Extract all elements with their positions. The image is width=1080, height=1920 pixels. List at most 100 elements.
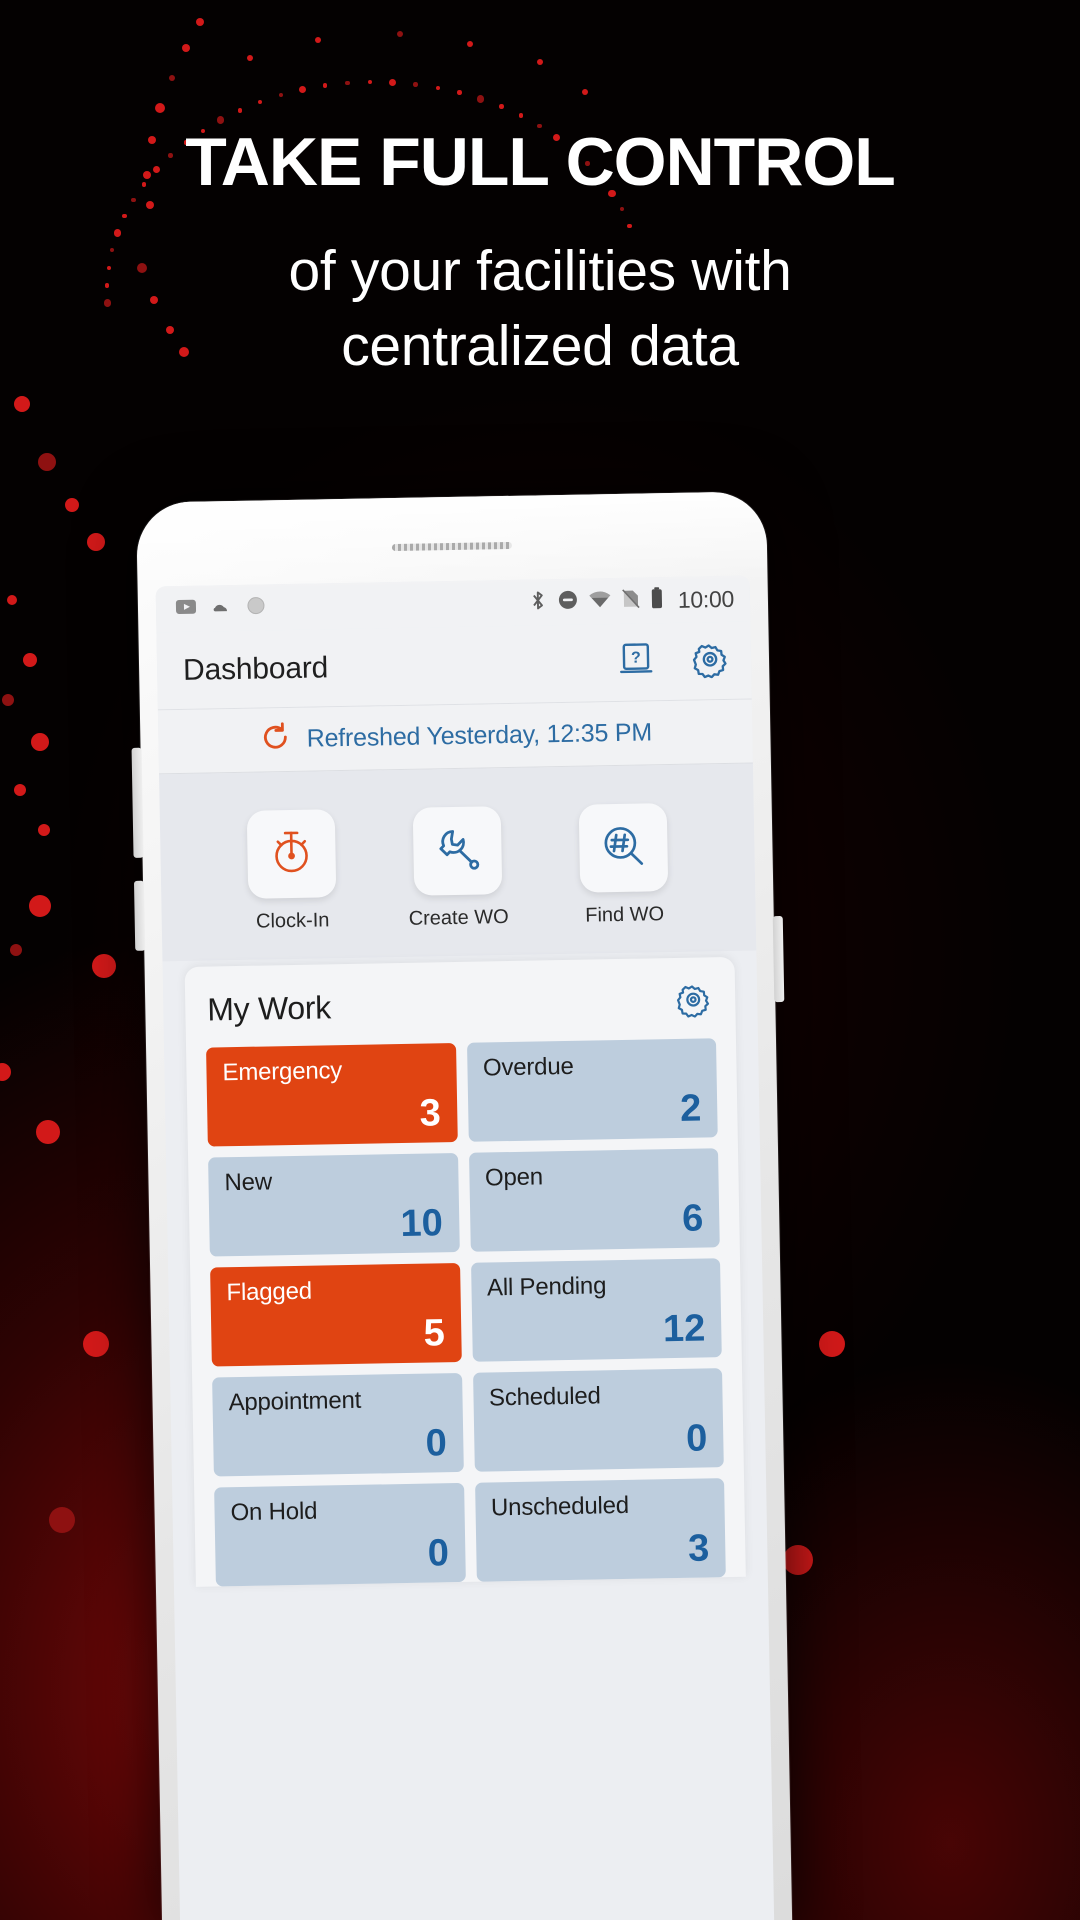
help-icon[interactable]: ? (617, 640, 656, 684)
app-bar: Dashboard ? (156, 621, 752, 711)
decorative-dot (467, 41, 473, 47)
phone-power-button[interactable] (772, 915, 785, 1003)
my-work-tile-value: 0 (425, 1422, 448, 1465)
decorative-dot (518, 113, 524, 118)
decorative-dot (315, 37, 321, 43)
my-work-tile[interactable]: Scheduled 0 (472, 1368, 724, 1472)
decorative-dot (783, 1545, 813, 1575)
decorative-dot (237, 108, 243, 113)
my-work-tile-label: Scheduled (488, 1382, 601, 1412)
my-work-tile-label: New (224, 1168, 273, 1197)
quick-action-find-wo[interactable]: Find WO (564, 803, 684, 928)
decorative-dot (397, 31, 403, 37)
my-work-tile-value: 6 (681, 1197, 704, 1240)
my-work-tile[interactable]: Flagged 5 (210, 1262, 462, 1367)
decorative-dot (14, 396, 30, 412)
phone-mockup: 10:00 Dashboard ? Refreshed Yesterday, 1… (131, 491, 793, 1920)
my-work-tile-grid: Emergency 3 Overdue 2 New 10 Open 6 Flagged 5 All … (206, 1038, 726, 1587)
decorative-dot (345, 80, 350, 86)
decorative-dot (182, 44, 190, 52)
quick-action-tile[interactable] (412, 806, 503, 896)
status-bar-clock: 10:00 (677, 585, 735, 613)
my-work-tile-value: 0 (427, 1532, 450, 1575)
my-work-tile[interactable]: Open 6 (468, 1148, 720, 1252)
quick-action-tile[interactable] (246, 809, 337, 899)
my-work-tile-label: All Pending (486, 1272, 607, 1302)
decorative-dot (247, 55, 253, 61)
decorative-dot (819, 1331, 845, 1357)
decorative-dot (155, 103, 165, 113)
phone-volume-up-button[interactable] (131, 747, 144, 858)
my-work-card: My Work Emergency 3 Overdue 2 New 10 Open 6 Flag… (184, 956, 746, 1587)
quick-action-tile[interactable] (578, 803, 669, 893)
decorative-dot (2, 694, 14, 706)
decorative-dot (322, 83, 327, 88)
svg-text:?: ? (631, 650, 641, 667)
hash-search-icon (596, 818, 651, 878)
my-work-card-header: My Work (205, 979, 716, 1047)
decorative-dot (23, 653, 37, 667)
my-work-tile[interactable]: Appointment 0 (212, 1372, 464, 1477)
my-work-tile[interactable]: Emergency 3 (206, 1043, 458, 1147)
play-store-icon (174, 594, 199, 623)
my-work-tile-label: Open (484, 1163, 544, 1192)
sim-off-icon (621, 587, 641, 614)
my-work-tile[interactable]: All Pending 12 (470, 1258, 722, 1362)
quick-action-label: Clock-In (255, 909, 330, 933)
wrench-icon (430, 821, 485, 881)
decorative-dot (413, 82, 418, 87)
my-work-tile[interactable]: Overdue 2 (466, 1038, 718, 1142)
my-work-tile[interactable]: On Hold 0 (214, 1482, 466, 1587)
decorative-dot (14, 784, 26, 796)
hero-subline-1: of your facilities with (288, 239, 792, 303)
decorative-dot (435, 85, 440, 90)
quick-action-label: Find WO (585, 903, 665, 927)
refresh-status-row[interactable]: Refreshed Yesterday, 12:35 PM (157, 699, 753, 775)
my-work-tile-label: Emergency (222, 1057, 343, 1087)
my-work-tile-value: 10 (400, 1202, 444, 1246)
decorative-dot (457, 90, 462, 95)
settings-gear-icon[interactable] (673, 979, 714, 1023)
decorative-dot (582, 89, 588, 95)
phone-volume-down-button[interactable] (133, 880, 146, 951)
decorative-dot (49, 1507, 75, 1533)
my-work-tile-label: On Hold (230, 1497, 318, 1527)
quick-actions-row: Clock-In Create WO Find WO (159, 763, 757, 962)
page-title: TAKE FULL CONTROL (185, 124, 896, 200)
phone-screen: 10:00 Dashboard ? Refreshed Yesterday, 1… (155, 575, 775, 1920)
my-work-tile-value: 12 (662, 1307, 706, 1351)
decorative-dot (169, 75, 175, 81)
my-work-tile-value: 3 (687, 1527, 710, 1570)
decorative-dot (217, 116, 225, 124)
my-work-tile-label: Flagged (226, 1277, 313, 1307)
decorative-dot (65, 498, 79, 512)
my-work-tile[interactable]: New 10 (208, 1152, 460, 1257)
decorative-dot (29, 895, 51, 917)
wifi-icon (588, 588, 612, 615)
my-work-tile-value: 0 (685, 1417, 708, 1460)
my-work-title: My Work (207, 989, 332, 1028)
my-work-tile-label: Appointment (228, 1386, 362, 1417)
my-work-tile-value: 5 (423, 1312, 446, 1355)
quick-action-create-wo[interactable]: Create WO (398, 806, 518, 931)
decorative-dot (499, 104, 504, 109)
my-work-tile-value: 3 (419, 1092, 442, 1135)
circle-icon (244, 593, 269, 622)
decorative-dot (87, 533, 105, 551)
decorative-dot (92, 954, 116, 978)
my-work-tile-value: 2 (679, 1087, 702, 1130)
refresh-icon[interactable] (258, 720, 293, 760)
decorative-dot (38, 453, 56, 471)
decorative-dot (83, 1331, 109, 1357)
hero-subline-2: centralized data (341, 314, 739, 379)
settings-gear-icon[interactable] (689, 638, 732, 684)
my-work-tile[interactable]: Unscheduled 3 (474, 1478, 726, 1582)
my-work-tile-label: Overdue (482, 1052, 574, 1082)
decorative-dot (38, 824, 50, 836)
stopwatch-icon (264, 824, 319, 884)
cloud-icon (209, 594, 234, 623)
bluetooth-icon (528, 588, 549, 617)
do-not-disturb-icon (557, 588, 579, 615)
decorative-dot (10, 944, 22, 956)
quick-action-clock-in[interactable]: Clock-In (232, 809, 352, 934)
